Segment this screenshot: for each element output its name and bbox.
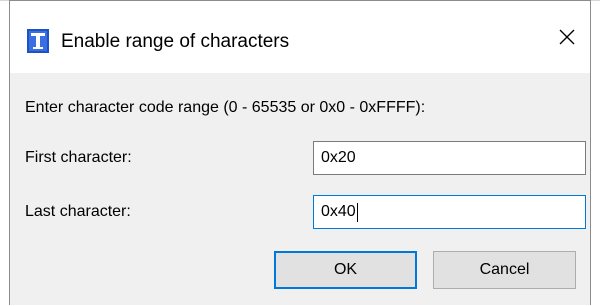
dialog-title: Enable range of characters [61, 31, 290, 52]
instruction-text: Enter character code range (0 - 65535 or… [25, 99, 426, 116]
ok-button-label: OK [333, 261, 358, 278]
first-character-value: 0x20 [321, 149, 356, 166]
last-character-label: Last character: [25, 203, 131, 220]
ok-button[interactable]: OK [274, 251, 417, 289]
last-character-value: 0x40 [321, 203, 356, 220]
first-character-input[interactable]: 0x20 [313, 141, 586, 175]
last-character-input[interactable]: 0x40 [313, 195, 586, 229]
close-button[interactable] [544, 17, 590, 61]
text-caret [356, 202, 358, 222]
cancel-button-label: Cancel [479, 261, 530, 278]
title-bar[interactable]: Enable range of characters [10, 1, 590, 73]
cancel-button[interactable]: Cancel [433, 251, 576, 289]
first-character-label: First character: [25, 149, 132, 166]
screen: Enable range of characters Enter charact… [0, 0, 600, 306]
dialog-body: Enter character code range (0 - 65535 or… [10, 73, 590, 305]
enable-range-dialog: Enable range of characters Enter charact… [9, 0, 591, 305]
app-icon [27, 29, 49, 53]
close-icon [558, 28, 576, 51]
